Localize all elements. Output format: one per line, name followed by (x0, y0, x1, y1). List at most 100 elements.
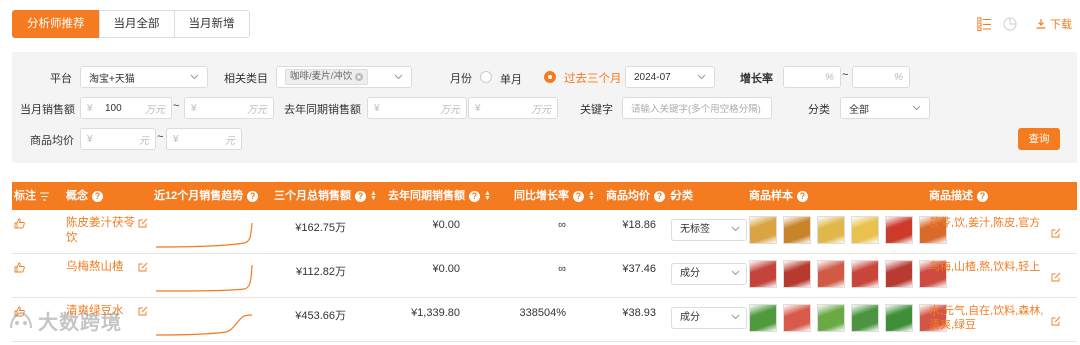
product-description: 乌梅,山楂,熬,饮料,轻上 (929, 261, 1041, 273)
help-icon[interactable]: ? (355, 190, 366, 202)
product-sample-thumbnail[interactable] (783, 216, 811, 244)
concept-name[interactable]: 陈皮姜汁茯苓饮 (66, 216, 136, 246)
product-sample-thumbnail[interactable] (851, 260, 879, 288)
help-icon[interactable]: ? (573, 190, 584, 202)
growth-min-input[interactable]: % (783, 66, 841, 88)
avg-price-value: ¥18.86 (622, 219, 656, 231)
header-total-sales[interactable]: 三个月总销售额? ▲ ▼ (274, 182, 377, 210)
sort-icon[interactable]: ▲ ▼ (484, 190, 491, 202)
category-select[interactable]: 成分 (671, 307, 747, 329)
month-select[interactable]: 2024-07 (625, 66, 715, 88)
thumbs-up-icon[interactable] (14, 218, 25, 229)
chevron-down-icon (731, 270, 740, 276)
close-icon[interactable] (355, 73, 364, 81)
tab-analyst-recommend[interactable]: 分析师推荐 (12, 10, 100, 38)
edit-icon[interactable] (138, 306, 148, 316)
chevron-down-icon (731, 226, 740, 232)
class-value: 全部 (849, 104, 869, 116)
help-icon[interactable]: ? (247, 190, 259, 202)
currency-symbol: ¥ (191, 102, 197, 114)
price-min-input[interactable]: ¥ 元 (80, 128, 156, 150)
table-row: 陈皮姜汁茯苓饮 ¥162.75万 ¥0.00 ∞ ¥18.86 无标签 茯苓,饮… (12, 210, 1077, 254)
header-samples-label: 商品样本 (749, 190, 793, 202)
sales-max-input[interactable]: ¥ 万元 (184, 97, 274, 119)
help-icon[interactable]: ? (469, 190, 480, 202)
currency-symbol: ¥ (87, 102, 93, 114)
edit-icon[interactable] (1051, 228, 1061, 238)
concept-name[interactable]: 乌梅熬山楂 (66, 260, 136, 275)
download-button[interactable]: 下载 (1036, 16, 1072, 32)
tab-month-new[interactable]: 当月新增 (173, 10, 250, 38)
help-icon[interactable]: ? (654, 190, 665, 202)
list-view-icon[interactable] (976, 16, 992, 32)
month-label: 月份 (450, 73, 472, 85)
prev-sales-max-input[interactable]: ¥ 万元 (468, 97, 558, 119)
table-row: 乌梅熬山楂 ¥112.82万 ¥0.00 ∞ ¥37.46 成分 乌梅,山楂,熬… (12, 254, 1077, 298)
product-sample-thumbnail[interactable] (749, 304, 777, 332)
download-label: 下载 (1050, 19, 1072, 31)
platform-value: 淘宝+天猫 (89, 73, 135, 85)
keyword-input[interactable]: 请输入关键字(多个用空格分隔) (622, 97, 772, 119)
product-sample-thumbnail[interactable] (749, 260, 777, 288)
header-tag[interactable]: 标注 (14, 182, 49, 210)
sort-icon[interactable]: ▲ ▼ (370, 190, 377, 202)
query-button[interactable]: 查询 (1018, 128, 1060, 150)
product-sample-thumbnail[interactable] (885, 304, 913, 332)
header-category-label: 分类 (671, 190, 693, 202)
product-description: 水,元气,自在,饮料,森林,清爽,绿豆 (929, 305, 1044, 331)
class-select[interactable]: 全部 (840, 97, 930, 119)
growth-value: ∞ (558, 263, 566, 275)
product-sample-thumbnail[interactable] (749, 216, 777, 244)
product-sample-thumbnail[interactable] (783, 260, 811, 288)
view-tabs: 分析师推荐 当月全部 当月新增 (12, 10, 250, 38)
help-icon[interactable]: ? (977, 190, 988, 202)
sort-icon[interactable]: ▲ ▼ (588, 190, 595, 202)
category-select[interactable]: 无标签 (671, 219, 747, 241)
past-three-months-label: 过去三个月 (564, 73, 622, 85)
product-sample-thumbnail[interactable] (783, 304, 811, 332)
range-tilde: ~ (842, 69, 849, 81)
sales-label: 当月销售额 (20, 104, 75, 116)
radio-past-three-months[interactable] (544, 71, 556, 83)
product-sample-thumbnail[interactable] (817, 304, 845, 332)
thumbs-up-icon[interactable] (14, 262, 25, 273)
chart-view-icon[interactable] (1002, 16, 1018, 32)
edit-icon[interactable] (1051, 316, 1061, 326)
category-value: 成分 (680, 312, 700, 323)
platform-select[interactable]: 淘宝+天猫 (80, 66, 208, 88)
table-row: 清爽绿豆水 ¥453.66万 ¥1,339.80 338504% ¥38.93 … (12, 298, 1077, 342)
sales-min-input[interactable]: ¥ 100 万元 (80, 97, 172, 119)
price-max-input[interactable]: ¥ 元 (166, 128, 242, 150)
product-sample-thumbnail[interactable] (851, 304, 879, 332)
edit-icon[interactable] (138, 218, 148, 228)
prev-sales-min-input[interactable]: ¥ 万元 (367, 97, 467, 119)
product-sample-thumbnail[interactable] (885, 260, 913, 288)
edit-icon[interactable] (138, 262, 148, 272)
category-select[interactable]: 咖啡/麦片/冲饮 (276, 66, 412, 88)
radio-single-month[interactable] (480, 71, 492, 83)
filter-icon[interactable] (40, 192, 49, 201)
header-prev-sales[interactable]: 去年同期销售额? ▲ ▼ (388, 182, 491, 210)
unit-wan: 万元 (247, 104, 267, 116)
header-total-sales-label: 三个月总销售额 (274, 190, 351, 202)
edit-icon[interactable] (1051, 272, 1061, 282)
total-sales-value: ¥162.75万 (295, 222, 346, 234)
help-icon[interactable]: ? (92, 190, 103, 202)
header-growth[interactable]: 同比增长率? ▲ ▼ (514, 182, 595, 210)
tab-month-all[interactable]: 当月全部 (98, 10, 175, 38)
category-select[interactable]: 成分 (671, 263, 747, 285)
keyword-placeholder: 请输入关键字(多个用空格分隔) (631, 104, 761, 115)
product-sample-thumbnail[interactable] (817, 216, 845, 244)
product-sample-thumbnail[interactable] (851, 216, 879, 244)
header-avg-price[interactable]: 商品均价? ▲ ▼ (606, 182, 676, 210)
prev-sales-value: ¥0.00 (432, 219, 460, 231)
header-concept-label: 概念 (66, 190, 88, 202)
product-sample-thumbnail[interactable] (885, 216, 913, 244)
unit-wan: 万元 (531, 104, 551, 116)
avg-price-value: ¥38.93 (622, 307, 656, 319)
class-label: 分类 (808, 104, 830, 116)
product-sample-thumbnail[interactable] (817, 260, 845, 288)
currency-symbol: ¥ (475, 102, 481, 114)
help-icon[interactable]: ? (797, 190, 808, 202)
growth-max-input[interactable]: % (852, 66, 910, 88)
